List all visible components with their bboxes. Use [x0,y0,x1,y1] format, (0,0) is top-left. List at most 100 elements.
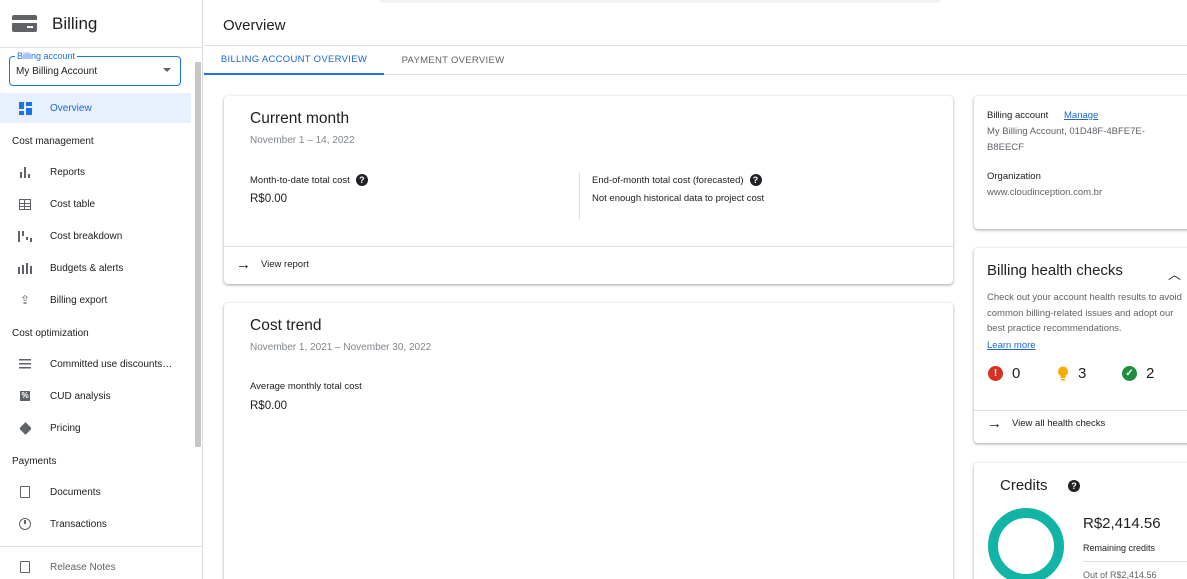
notes-icon [18,560,32,574]
budget-icon [18,261,32,275]
view-report-label: View report [261,259,309,270]
error-count-badge[interactable]: ! 0 [988,365,1020,382]
eom-label-text: End-of-month total cost (forecasted) [592,174,744,186]
credits-out-of: Out of R$2,414.56 [1083,570,1157,579]
section-cost-management: Cost management [12,136,94,147]
billing-account-value: My Billing Account [16,66,98,77]
date-range: November 1 – 14, 2022 [250,135,355,146]
sidebar-item-reports[interactable]: Reports [0,157,191,187]
list-icon [18,357,32,371]
organization-label: Organization [987,171,1041,182]
mtd-label-text: Month-to-date total cost [250,174,350,186]
card-title: Credits [1000,477,1048,494]
main-content: Overview BILLING ACCOUNT OVERVIEW PAYMEN… [204,0,1187,579]
card-divider [974,410,1187,411]
card-divider [224,246,953,247]
sidebar-item-billing-export[interactable]: ⇪ Billing export [0,285,191,315]
card-title: Current month [250,110,350,127]
sidebar-item-committed-use[interactable]: Committed use discounts… [0,349,191,379]
sidebar-item-label: Committed use discounts… [50,358,173,370]
document-icon [18,485,32,499]
current-month-card: Current month November 1 – 14, 2022 Mont… [224,96,953,284]
sidebar-item-cost-breakdown[interactable]: Cost breakdown [0,221,191,251]
tab-bar: BILLING ACCOUNT OVERVIEW PAYMENT OVERVIE… [204,46,1187,75]
sidebar-item-cost-table[interactable]: Cost table [0,189,191,219]
warning-count: 3 [1078,365,1087,382]
health-checks-card: Billing health checks ︿ Check out your a… [974,248,1187,443]
help-icon[interactable]: ? [1068,480,1080,492]
help-icon[interactable]: ? [355,174,368,186]
mtd-label: Month-to-date total cost ? [250,174,368,186]
sidebar-scrollbar[interactable] [195,62,201,447]
manage-link[interactable]: Manage [1064,110,1098,121]
tag-icon [18,421,32,435]
chevron-up-icon[interactable]: ︿ [1168,264,1181,283]
sidebar-item-transactions[interactable]: Transactions [0,509,191,539]
tab-billing-account-overview[interactable]: BILLING ACCOUNT OVERVIEW [204,46,384,75]
sidebar-item-label: CUD analysis [50,390,111,402]
sidebar-item-documents[interactable]: Documents [0,477,191,507]
date-range: November 1, 2021 – November 30, 2022 [250,342,432,353]
table-icon [18,197,32,211]
percent-icon: % [20,391,30,401]
sidebar-item-label: Release Notes [50,561,116,573]
tab-payment-overview[interactable]: PAYMENT OVERVIEW [384,46,522,75]
sidebar-divider [0,546,203,547]
lightbulb-icon [1056,366,1069,381]
page-title: Overview [223,17,286,34]
billing-card-icon [12,15,37,32]
section-payments: Payments [12,456,57,467]
billing-app: Billing Billing account My Billing Accou… [0,0,1187,579]
dashboard-icon [18,101,32,115]
sidebar-item-label: Cost breakdown [50,230,123,242]
sidebar-title: Billing [52,13,98,33]
learn-more-link[interactable]: Learn more [987,338,1036,354]
health-description: Check out your account health results to… [987,292,1182,334]
credits-ring-fill [988,508,1064,579]
sidebar-item-overview[interactable]: Overview [0,93,191,123]
eom-label: End-of-month total cost (forecasted) ? [592,174,762,186]
waterfall-icon [18,229,32,243]
view-all-label: View all health checks [1012,418,1106,429]
billing-account-card: Billing account Manage My Billing Accoun… [974,96,1187,229]
error-icon: ! [988,366,1003,381]
check-circle-icon: ✓ [1122,366,1137,381]
sidebar-item-pricing[interactable]: Pricing [0,413,191,443]
credits-amount: R$2,414.56 [1083,515,1161,532]
view-report-link[interactable]: → View report [236,257,309,272]
sidebar-item-label: Budgets & alerts [50,262,124,274]
page-header: Overview [204,6,1187,46]
billing-account-label: Billing account [15,51,78,61]
avg-label: Average monthly total cost [250,381,362,392]
billing-account-heading: Billing account [987,110,1049,121]
eom-value: Not enough historical data to project co… [592,193,765,204]
passed-count-badge[interactable]: ✓ 2 [1122,365,1154,382]
organization-value: www.cloudinception.com.br [987,187,1103,198]
sidebar-item-label: Billing export [50,294,108,306]
sidebar-item-release-notes[interactable]: Release Notes [0,552,191,579]
sidebar-item-label: Reports [50,166,86,178]
view-all-health-checks-link[interactable]: → View all health checks [987,416,1106,431]
sidebar-item-cud-analysis[interactable]: % CUD analysis [0,381,191,411]
remaining-credits-label: Remaining credits [1083,543,1156,553]
card-title: Billing health checks [987,262,1123,279]
metric-divider [579,172,580,220]
card-title: Cost trend [250,317,322,334]
sidebar-item-label: Overview [50,102,92,114]
warning-count-badge[interactable]: 3 [1056,365,1086,382]
credits-card: Credits ? R$2,414.56 Remaining credits O… [974,463,1187,579]
passed-count: 2 [1146,365,1155,382]
section-cost-optimization: Cost optimization [12,328,89,339]
billing-account-select[interactable]: Billing account My Billing Account [9,51,181,86]
credits-ring-chart [988,508,1064,579]
help-icon[interactable]: ? [749,174,762,186]
credits-divider [1083,561,1187,562]
avg-value: R$0.00 [250,400,288,412]
error-count: 0 [1012,365,1021,382]
sidebar-item-budgets[interactable]: Budgets & alerts [0,253,191,283]
sidebar-header: Billing [0,0,202,48]
sidebar-item-label: Cost table [50,198,96,210]
sidebar: Billing Billing account My Billing Accou… [0,0,203,579]
mtd-value: R$0.00 [250,193,288,205]
bar-chart-icon [18,165,32,179]
